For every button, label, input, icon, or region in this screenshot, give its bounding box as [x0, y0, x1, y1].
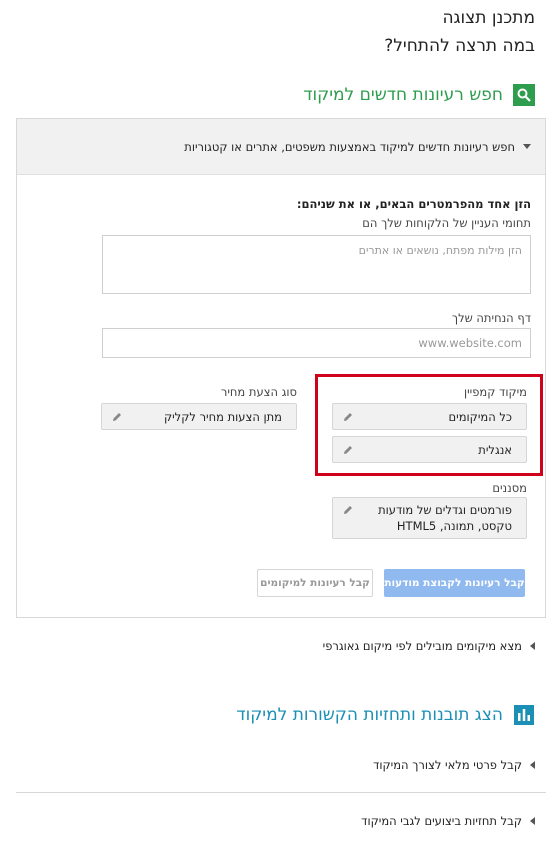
- inventory-details-link[interactable]: קבל פרטי מלאי לצורך המיקוד: [373, 758, 535, 772]
- pencil-icon: [110, 410, 124, 424]
- panel-header-label: חפש רעיונות חדשים למיקוד באמצעות משפטים,…: [184, 139, 515, 154]
- bid-type-value: מתן הצעות מחיר לקליק: [163, 409, 282, 424]
- search-icon: [513, 84, 535, 106]
- get-adgroup-ideas-button[interactable]: קבל רעיונות לקבוצת מודעות: [384, 569, 525, 597]
- filters-line1: פורמטים וגדלים של מודעות: [378, 503, 512, 517]
- chevron-left-icon: [530, 761, 535, 769]
- panel-header[interactable]: חפש רעיונות חדשים למיקוד באמצעות משפטים,…: [17, 119, 545, 175]
- filters-label: מסננים: [492, 481, 527, 495]
- bid-type-button[interactable]: מתן הצעות מחיר לקליק: [101, 403, 297, 430]
- bar-chart-icon: [513, 704, 535, 726]
- section-find-ideas-title: חפש רעיונות חדשים למיקוד: [303, 85, 503, 105]
- chevron-left-icon: [530, 642, 535, 650]
- geo-locations-link[interactable]: מצא מיקומים מובילים לפי מיקום גאוגרפי: [323, 639, 535, 653]
- divider: [16, 792, 546, 793]
- page-title: מתכנן תצוגה: [442, 8, 535, 28]
- filters-text: פורמטים וגדלים של מודעות טקסט, תמונה, HT…: [378, 503, 512, 533]
- instruction-text: הזן אחד מהפרמטרים הבאים, או את שניהם:: [296, 197, 531, 211]
- interests-textarea[interactable]: הזן מילות מפתח, נושאים או אתרים: [102, 235, 531, 294]
- section-insights-title: הצג תובנות ותחזיות הקשורות למיקוד: [236, 705, 503, 725]
- page-subtitle: במה תרצה להתחיל?: [384, 36, 535, 56]
- geo-locations-link-label: מצא מיקומים מובילים לפי מיקום גאוגרפי: [322, 639, 522, 653]
- filters-line2: טקסט, תמונה, HTML5: [396, 519, 512, 533]
- filters-button[interactable]: פורמטים וגדלים של מודעות טקסט, תמונה, HT…: [332, 497, 527, 539]
- landing-page-input[interactable]: www.website.com: [102, 328, 531, 358]
- interests-label: תחומי העניין של הלקוחות שלך הם: [362, 216, 531, 230]
- chevron-down-icon: [523, 144, 531, 149]
- landing-page-label: דף הנחיתה שלך: [451, 311, 531, 325]
- pencil-icon: [341, 503, 355, 517]
- inventory-details-label: קבל פרטי מלאי לצורך המיקוד: [373, 758, 522, 772]
- targeting-highlight: [315, 374, 543, 476]
- performance-forecasts-label: קבל תחזיות ביצועים לגבי המיקוד: [361, 814, 522, 828]
- bid-type-label: סוג הצעת מחיר: [220, 385, 297, 399]
- performance-forecasts-link[interactable]: קבל תחזיות ביצועים לגבי המיקוד: [361, 814, 535, 828]
- get-placement-ideas-button[interactable]: קבל רעיונות למיקומים: [257, 569, 373, 597]
- section-find-ideas-heading[interactable]: חפש רעיונות חדשים למיקוד: [303, 84, 535, 106]
- find-ideas-panel: חפש רעיונות חדשים למיקוד באמצעות משפטים,…: [16, 118, 546, 618]
- chevron-left-icon: [530, 817, 535, 825]
- section-insights-heading[interactable]: הצג תובנות ותחזיות הקשורות למיקוד: [236, 704, 535, 726]
